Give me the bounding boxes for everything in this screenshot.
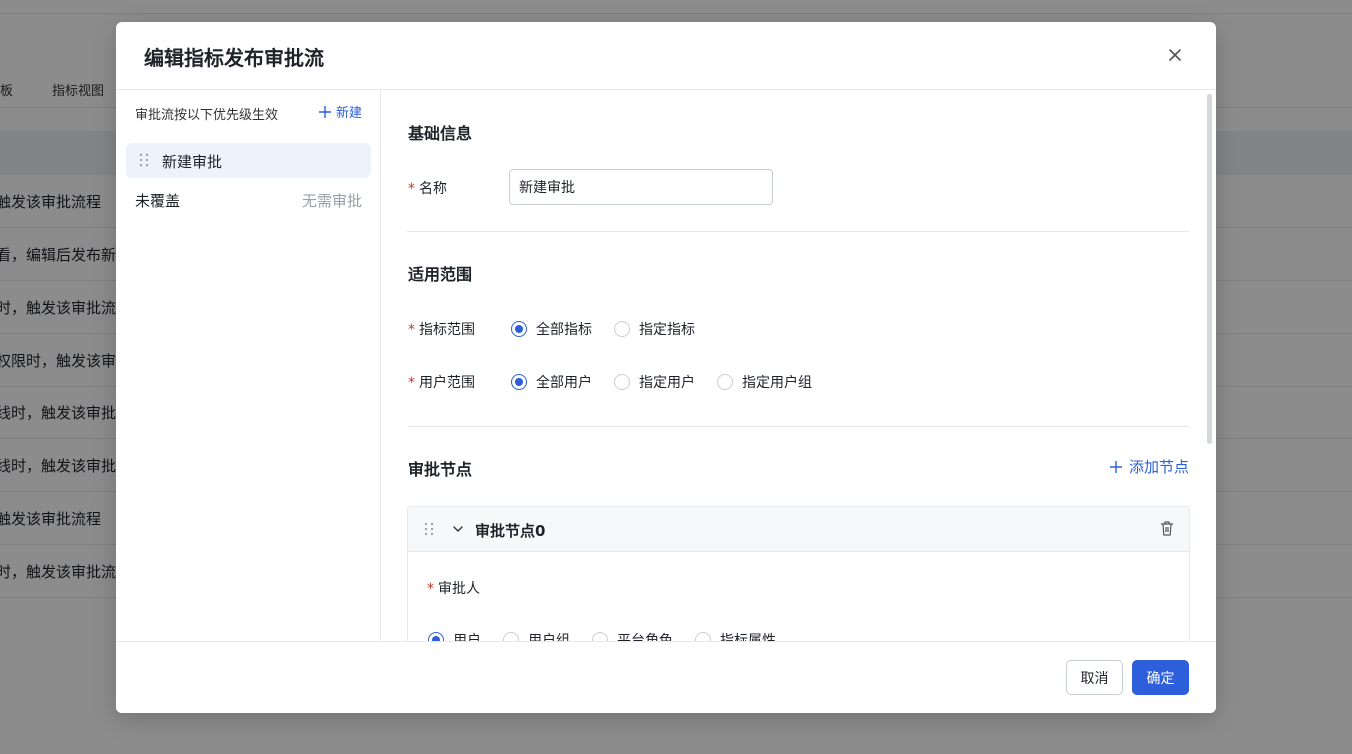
radio-approver-platform-role[interactable]: 平台角色 bbox=[592, 630, 673, 641]
trash-icon[interactable] bbox=[1159, 520, 1175, 537]
scrollbar-thumb[interactable] bbox=[1207, 94, 1212, 444]
user-scope-label: * 用户范围 bbox=[408, 375, 475, 391]
chevron-down-icon[interactable] bbox=[451, 522, 465, 536]
name-input[interactable] bbox=[509, 169, 773, 205]
add-node-label: 添加节点 bbox=[1128, 458, 1189, 476]
drag-handle-icon[interactable] bbox=[423, 521, 435, 537]
radio-specified-users[interactable]: 指定用户 bbox=[614, 372, 695, 392]
scope-title: 适用范围 bbox=[408, 265, 473, 284]
name-field-label: * 名称 bbox=[408, 181, 447, 197]
approval-node-title: 审批节点0 bbox=[475, 522, 546, 540]
flow-item-label: 新建审批 bbox=[162, 153, 223, 171]
radio-approver-user[interactable]: 用户 bbox=[428, 630, 481, 641]
radio-unchecked-icon bbox=[695, 632, 711, 641]
new-flow-label: 新建 bbox=[335, 106, 362, 121]
radio-specified-metrics[interactable]: 指定指标 bbox=[614, 319, 695, 339]
radio-unchecked-icon bbox=[614, 321, 630, 337]
flow-item-uncovered[interactable]: 未覆盖 无需审批 bbox=[135, 190, 362, 212]
section-divider bbox=[407, 426, 1189, 427]
flow-item-new-approval[interactable]: 新建审批 bbox=[126, 143, 371, 178]
approval-nodes-title: 审批节点 bbox=[408, 460, 473, 479]
approver-radio-group: 用户 用户组 平台角色 指标属性 bbox=[428, 630, 798, 641]
radio-specified-user-groups[interactable]: 指定用户组 bbox=[717, 372, 812, 392]
radio-all-metrics[interactable]: 全部指标 bbox=[511, 319, 592, 339]
modal-header: 编辑指标发布审批流 bbox=[116, 22, 1216, 90]
radio-unchecked-icon bbox=[717, 374, 733, 390]
confirm-button[interactable]: 确定 bbox=[1132, 660, 1189, 695]
uncovered-label: 未覆盖 bbox=[135, 192, 181, 210]
radio-all-users[interactable]: 全部用户 bbox=[511, 372, 592, 392]
radio-approver-user-group[interactable]: 用户组 bbox=[503, 630, 570, 641]
drag-handle-icon[interactable] bbox=[138, 152, 150, 168]
radio-unchecked-icon bbox=[503, 632, 519, 641]
uncovered-status: 无需审批 bbox=[301, 192, 362, 210]
radio-checked-icon bbox=[511, 374, 527, 390]
close-icon[interactable] bbox=[1162, 42, 1188, 68]
section-divider bbox=[407, 231, 1189, 232]
metric-scope-radio-group: 全部指标 指定指标 bbox=[511, 319, 717, 339]
plus-icon bbox=[1109, 460, 1122, 473]
radio-checked-icon bbox=[511, 321, 527, 337]
priority-hint: 审批流按以下优先级生效 bbox=[135, 108, 279, 123]
radio-unchecked-icon bbox=[614, 374, 630, 390]
modal-footer: 取消 确定 bbox=[116, 641, 1216, 713]
flow-list-pane: 审批流按以下优先级生效 新建 新建审批 未覆盖 无需审批 bbox=[116, 90, 381, 641]
approval-node-card: 审批节点0 * 审批人 用户 用户组 平台角色 指标属性 bbox=[407, 506, 1190, 641]
flow-detail-pane: 基础信息 *名称 适用范围 *指标范围 全部指标 指定指标 *用户范围 全部用户… bbox=[382, 90, 1216, 641]
basic-info-title: 基础信息 bbox=[408, 124, 473, 143]
metric-scope-label: * 指标范围 bbox=[408, 322, 475, 338]
approver-field-label: * 审批人 bbox=[427, 581, 480, 597]
user-scope-radio-group: 全部用户 指定用户 指定用户组 bbox=[511, 372, 834, 392]
add-node-button[interactable]: 添加节点 bbox=[1109, 456, 1189, 477]
radio-approver-metric-attribute[interactable]: 指标属性 bbox=[695, 630, 776, 641]
radio-unchecked-icon bbox=[592, 632, 608, 641]
cancel-button[interactable]: 取消 bbox=[1066, 660, 1123, 695]
edit-approval-flow-modal: 编辑指标发布审批流 审批流按以下优先级生效 新建 新建审批 未覆盖 无需审批 基… bbox=[116, 22, 1216, 713]
new-flow-button[interactable]: 新建 bbox=[318, 102, 362, 121]
radio-checked-icon bbox=[428, 632, 444, 641]
modal-title: 编辑指标发布审批流 bbox=[144, 46, 324, 70]
approval-node-header: 审批节点0 bbox=[408, 507, 1189, 552]
plus-icon bbox=[318, 105, 331, 118]
